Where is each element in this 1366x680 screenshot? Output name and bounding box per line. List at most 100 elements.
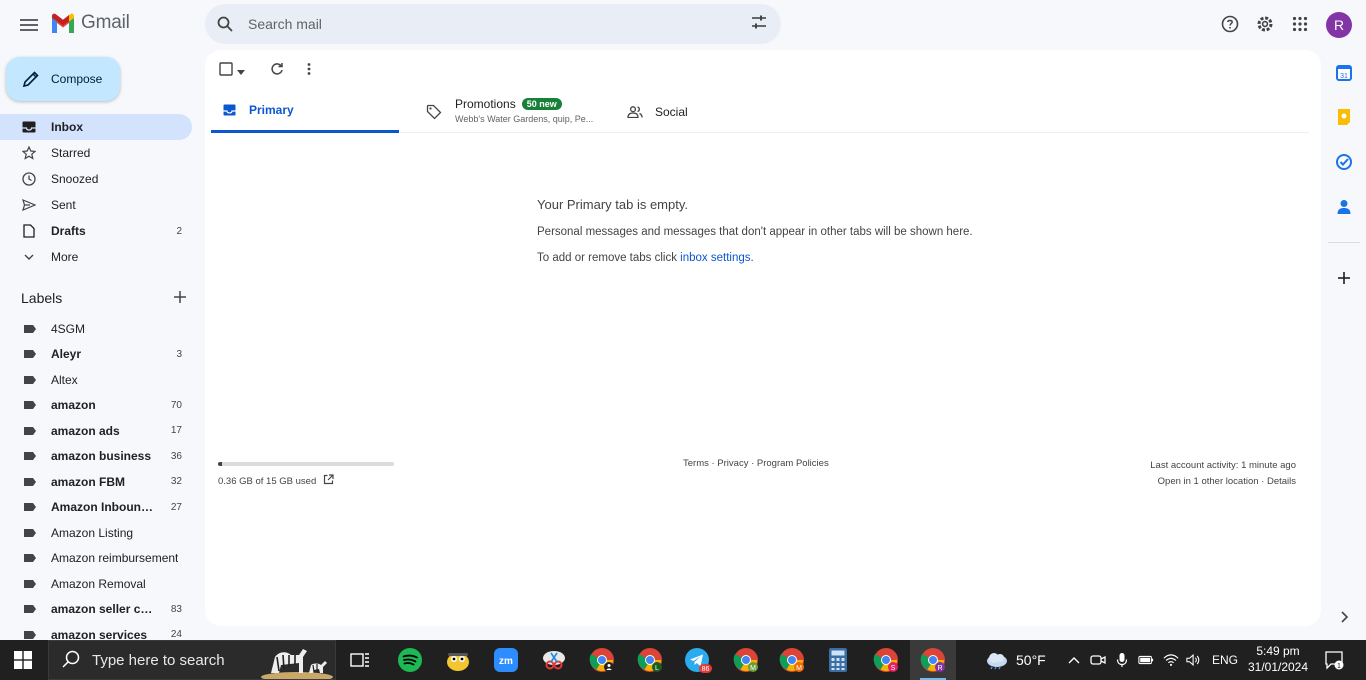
clock-icon [22,172,36,186]
label-item[interactable]: amazon business 36 [0,444,192,470]
weather-temperature[interactable]: 50°F [1016,652,1046,668]
gmail-m-icon [52,13,74,33]
gmail-logo[interactable]: Gmail [50,12,130,34]
snipping-tool-icon[interactable] [538,646,570,674]
clock[interactable]: 5:49 pm 31/01/2024 [1246,643,1310,675]
spotify-icon[interactable] [394,646,426,674]
label-item[interactable]: Amazon Inbound ... 27 [0,495,192,521]
chrome-profile-l-icon[interactable]: L [634,646,666,674]
chevron-down-icon [22,250,36,264]
sidebar-item-label: Snoozed [51,172,99,186]
svg-text:L: L [655,665,659,672]
keep-icon[interactable] [1334,107,1354,127]
storage-info: 0.36 GB of 15 GB used [218,462,394,488]
search-bar[interactable] [205,4,781,44]
camera-in-use-icon[interactable] [1090,652,1106,668]
label-item[interactable]: amazon seller cen... 83 [0,597,192,623]
label-tag-icon [24,579,36,588]
open-external-icon[interactable] [323,474,334,488]
sidebar-item-sent[interactable]: Sent [0,192,192,218]
header: Gmail R [0,0,1366,50]
search-options-icon[interactable] [751,14,767,33]
notification-center-icon[interactable]: 1 [1324,650,1344,670]
tab-label: Social [655,104,688,119]
sidebar-item-label: More [51,250,79,264]
label-item[interactable]: Amazon Listing [0,520,192,546]
labels-header: Labels [21,290,187,306]
tab-primary[interactable]: Primary [211,90,399,133]
sidebar-item-snoozed[interactable]: Snoozed [0,166,192,192]
label-item[interactable]: Aleyr 3 [0,342,192,368]
select-all-checkbox[interactable] [219,61,233,79]
account-avatar[interactable]: R [1326,12,1352,38]
chevron-right-icon[interactable] [1334,607,1354,627]
label-item[interactable]: 4SGM [0,316,192,342]
chrome-profile-m2-icon[interactable]: M [776,646,808,674]
chrome-profile-s-icon[interactable]: S [870,646,902,674]
svg-text:M: M [796,665,802,672]
tab-social[interactable]: Social [616,90,688,133]
weather-cloud-icon[interactable] [984,650,1010,670]
task-view-icon[interactable] [344,646,376,674]
taskbar-search-box[interactable]: Type here to search [48,640,336,680]
search-input[interactable] [248,16,728,32]
label-count: 70 [170,399,182,411]
zoom-icon[interactable]: zm [490,646,522,674]
promotions-content: Promotions 50 new Webb's Water Gardens, … [455,97,593,124]
sidebar-item-drafts[interactable]: Drafts 2 [0,218,192,244]
svg-text:S: S [891,665,896,672]
label-item[interactable]: Altex [0,367,192,393]
label-tag-icon [24,630,36,639]
contacts-icon[interactable] [1334,197,1354,217]
hamburger-icon [20,19,38,31]
chrome-profile-m-icon[interactable]: M [730,646,762,674]
apps-grid-icon[interactable] [1289,13,1311,35]
sidebar-item-more[interactable]: More [0,244,192,270]
battery-icon[interactable] [1138,652,1154,668]
sidebar-nav: Inbox Starred Snoozed Sent Drafts 2 More [0,114,192,270]
windows-start-icon[interactable] [14,651,32,669]
label-count: 24 [170,629,182,641]
chrome-profile-r-icon[interactable]: R [910,640,956,680]
microphone-icon[interactable] [1114,652,1130,668]
label-item[interactable]: amazon FBM 32 [0,469,192,495]
select-dropdown-icon[interactable] [237,62,245,78]
other-location-link[interactable]: Open in 1 other location · Details [1150,474,1296,490]
input-language[interactable]: ENG [1212,653,1238,667]
speaker-volume-icon[interactable] [1186,652,1202,668]
label-item[interactable]: Amazon reimbursement [0,546,192,572]
label-tag-icon [24,401,36,410]
help-icon[interactable] [1219,13,1241,35]
telegram-icon[interactable]: 86 [682,646,714,674]
label-name: Aleyr [51,347,82,362]
settings-gear-icon[interactable] [1254,13,1276,35]
search-icon[interactable] [215,14,235,34]
inbox-settings-link[interactable]: inbox settings [680,252,750,264]
tab-promotions[interactable]: Promotions 50 new Webb's Water Gardens, … [420,90,593,133]
empty-hint-suffix: . [750,252,754,264]
add-label-icon[interactable] [173,290,187,307]
get-addons-plus-icon[interactable] [1334,268,1354,288]
send-icon [22,198,36,212]
chrome-profile-icon[interactable] [586,646,618,674]
more-options-icon[interactable] [307,62,311,79]
footer-links[interactable]: Terms · Privacy · Program Policies [683,458,829,469]
label-name: amazon ads [51,423,120,438]
svg-text:31: 31 [1340,73,1348,80]
calendar-icon[interactable]: 31 [1334,63,1354,83]
show-hidden-icons-chevron-up-icon[interactable] [1066,652,1082,668]
label-item[interactable]: amazon 70 [0,393,192,419]
label-item[interactable]: amazon ads 17 [0,418,192,444]
cyberduck-icon[interactable] [442,646,474,674]
wifi-icon[interactable] [1163,652,1179,668]
sidebar-item-inbox[interactable]: Inbox [0,114,192,140]
tasks-icon[interactable] [1334,152,1354,172]
calculator-icon[interactable] [822,646,854,674]
label-name: amazon [51,398,96,413]
sidebar-item-starred[interactable]: Starred [0,140,192,166]
label-item[interactable]: Amazon Removal [0,571,192,597]
refresh-icon[interactable] [270,62,284,79]
app-title: Gmail [81,12,130,33]
main-menu-button[interactable] [14,10,44,40]
compose-button[interactable]: Compose [6,57,120,101]
